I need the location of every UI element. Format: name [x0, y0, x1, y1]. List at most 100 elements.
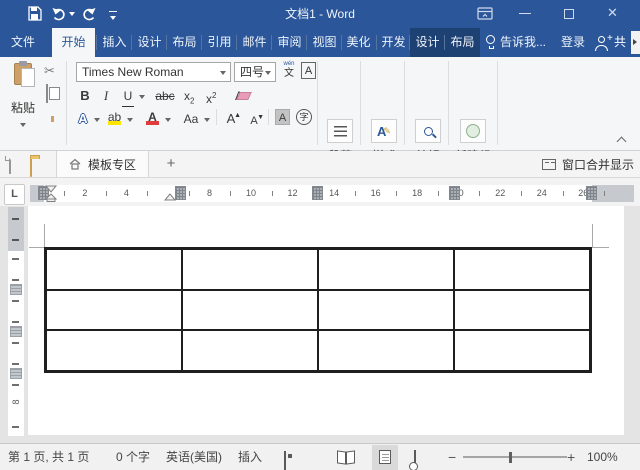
underline-button[interactable]: U: [122, 86, 134, 107]
highlight-button[interactable]: ab: [107, 107, 122, 127]
close-button[interactable]: ✕: [607, 5, 618, 21]
ribbon-tab[interactable]: 布局: [167, 28, 202, 57]
ribbon-tab[interactable]: 引用: [202, 28, 237, 57]
table-cell[interactable]: [46, 330, 182, 371]
ribbon-tab[interactable]: 美化: [342, 28, 375, 57]
indent-markers-icon[interactable]: [45, 185, 57, 202]
table-column-marker[interactable]: [586, 186, 598, 200]
cut-icon[interactable]: ✂: [44, 63, 55, 79]
superscript-button[interactable]: x2: [206, 86, 216, 109]
table-cell[interactable]: [182, 289, 318, 331]
ruler-number: 8: [206, 188, 212, 198]
zoom-slider-thumb[interactable]: [509, 452, 512, 463]
ruler-tick: [188, 191, 190, 196]
lightbulb-base-icon: [489, 46, 494, 49]
margin-crop-mark: [592, 224, 593, 248]
phonetic-guide-button[interactable]: wén 文: [280, 61, 298, 79]
table-column-marker[interactable]: [449, 186, 461, 200]
insert-mode-toggle[interactable]: 插入: [238, 444, 262, 470]
table-cell[interactable]: [318, 249, 454, 290]
right-indent-marker-icon[interactable]: [164, 193, 176, 201]
clear-formatting-button[interactable]: A: [235, 89, 243, 103]
table-cell[interactable]: [182, 330, 318, 371]
zoom-in-button[interactable]: +: [567, 444, 575, 470]
ribbon-tab[interactable]: 审阅: [272, 28, 307, 57]
change-case-button[interactable]: Aa: [182, 109, 200, 129]
text-effects-button[interactable]: A: [76, 109, 90, 129]
strikethrough-button[interactable]: abc: [152, 86, 178, 106]
template-zone-tab[interactable]: 模板专区: [56, 151, 150, 177]
page[interactable]: [28, 206, 624, 435]
page-indicator[interactable]: 第 1 页, 共 1 页: [8, 444, 89, 470]
open-folder-icon[interactable]: [30, 158, 32, 177]
table-cell[interactable]: [454, 330, 590, 371]
web-layout-icon[interactable]: [414, 450, 416, 469]
ribbon-tab[interactable]: 布局: [445, 28, 480, 57]
text-effects-caret-icon[interactable]: [94, 118, 100, 122]
window-merge-toggle[interactable]: 窗口合并显示: [541, 151, 634, 177]
share-button[interactable]: 共享: [614, 28, 631, 57]
enclose-characters-button[interactable]: 字: [296, 109, 312, 125]
word-count[interactable]: 0 个字: [116, 444, 150, 470]
italic-button[interactable]: I: [100, 86, 112, 106]
ruler-number: 18: [412, 188, 423, 198]
font-size-combo[interactable]: 四号: [234, 62, 276, 82]
sign-in-button[interactable]: 登录: [556, 28, 590, 57]
horizontal-ruler[interactable]: 248101214161820222426: [30, 185, 634, 202]
font-name-combo[interactable]: Times New Roman: [76, 62, 231, 82]
collapse-ribbon-icon[interactable]: [616, 136, 627, 147]
table-cell[interactable]: [454, 289, 590, 331]
macro-record-icon[interactable]: [284, 451, 286, 470]
bold-button[interactable]: B: [77, 86, 93, 106]
ribbon-tab[interactable]: 开发: [377, 28, 410, 57]
copy-icon[interactable]: [46, 84, 48, 103]
table-cell[interactable]: [182, 249, 318, 290]
table-row-marker[interactable]: [10, 368, 22, 379]
tell-me-box[interactable]: 告诉我...: [500, 28, 548, 57]
ribbon-display-options-icon[interactable]: [477, 7, 493, 25]
font-color-caret-icon[interactable]: [165, 118, 171, 122]
table-cell[interactable]: [318, 289, 454, 331]
paste-button[interactable]: 粘贴: [6, 61, 40, 127]
table-cell[interactable]: [46, 289, 182, 331]
zoom-slider-track[interactable]: [463, 456, 567, 458]
tab-separator: [166, 35, 167, 50]
table-row-marker[interactable]: [10, 326, 22, 337]
ribbon-tab[interactable]: 插入: [97, 28, 132, 57]
subscript-button[interactable]: x2: [184, 86, 194, 111]
vertical-ruler[interactable]: 8: [8, 207, 24, 436]
ribbon-tab[interactable]: 视图: [307, 28, 342, 57]
language-indicator[interactable]: 英语(美国): [166, 444, 222, 470]
zoom-level[interactable]: 100%: [587, 444, 618, 470]
ribbon-tab[interactable]: 邮件: [237, 28, 272, 57]
print-layout-selected[interactable]: [372, 445, 398, 470]
new-tab-button[interactable]: +: [160, 151, 182, 177]
minimize-button[interactable]: [519, 13, 531, 14]
table-cell[interactable]: [318, 330, 454, 371]
font-color-button[interactable]: A: [145, 107, 160, 127]
vertical-ruler-number: 8: [11, 399, 21, 405]
table-row-marker[interactable]: [10, 284, 22, 295]
ribbon-tab[interactable]: 设计: [410, 28, 445, 57]
underline-caret-icon[interactable]: [139, 95, 145, 99]
highlight-caret-icon[interactable]: [127, 118, 133, 122]
zoom-out-button[interactable]: −: [448, 444, 456, 470]
new-document-icon[interactable]: [9, 155, 11, 174]
change-case-caret-icon[interactable]: [204, 118, 210, 122]
table-cell[interactable]: [454, 249, 590, 290]
margin-crop-mark: [44, 224, 45, 248]
tab-file[interactable]: 文件: [0, 28, 46, 57]
character-shading-button[interactable]: A: [275, 109, 290, 125]
shrink-font-button[interactable]: A ▼: [248, 111, 264, 131]
table-column-marker[interactable]: [174, 186, 186, 200]
document-table[interactable]: [44, 247, 592, 373]
tabrow-overflow-button[interactable]: [631, 31, 640, 54]
ribbon-tab[interactable]: 设计: [132, 28, 167, 57]
tab-stop-selector[interactable]: L: [4, 184, 25, 205]
maximize-button[interactable]: [564, 9, 574, 19]
grow-font-button[interactable]: A ▲: [224, 109, 241, 129]
character-border-button[interactable]: A: [301, 62, 316, 79]
ribbon-tab[interactable]: 开始: [52, 28, 95, 57]
table-column-marker[interactable]: [311, 186, 323, 200]
table-cell[interactable]: [46, 249, 182, 290]
